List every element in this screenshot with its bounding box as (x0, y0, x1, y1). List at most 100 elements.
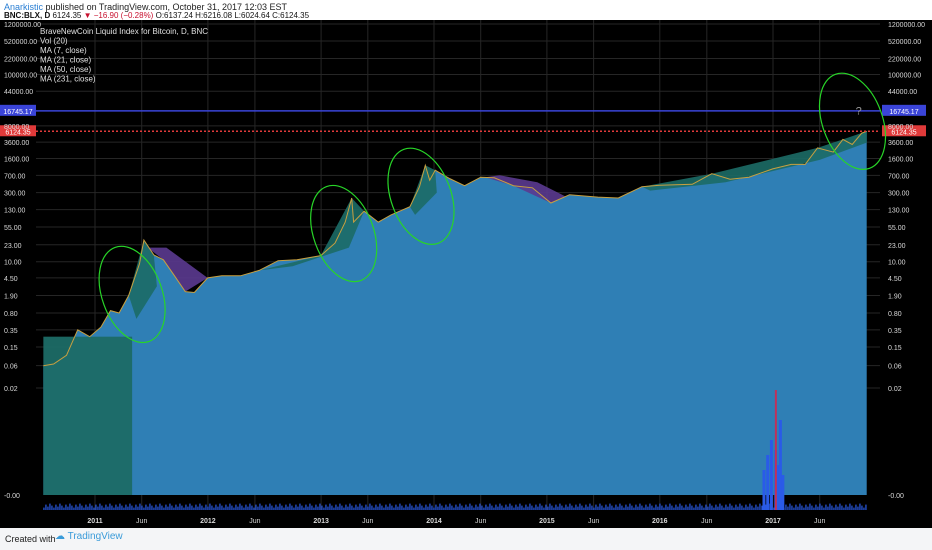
y-tick-label-right: 300.00 (888, 191, 910, 198)
x-tick-label: 2017 (765, 518, 781, 525)
volume-bar (125, 504, 127, 510)
volume-bar (305, 504, 307, 510)
volume-bar (151, 505, 153, 510)
volume-bar (53, 507, 55, 510)
volume-bar (667, 506, 669, 510)
volume-bar (643, 507, 645, 510)
tradingview-logo[interactable]: ☁ TradingView (55, 531, 123, 542)
volume-bar (683, 507, 685, 510)
volume-bar (493, 507, 495, 510)
volume-bar (75, 504, 77, 510)
symbol-name[interactable]: BNC:BLX, D (4, 11, 50, 20)
volume-bar (411, 505, 413, 510)
volume-bar (417, 506, 419, 510)
volume-bar (827, 506, 829, 510)
volume-bar (249, 503, 251, 510)
volume-bar (439, 503, 441, 510)
volume-bar (707, 506, 709, 510)
volume-bar (333, 507, 335, 510)
volume-bar (541, 505, 543, 510)
volume-bar (627, 506, 629, 510)
volume-bar (363, 507, 365, 510)
y-tick-label-right: 1.90 (888, 293, 902, 300)
volume-bar (77, 506, 79, 510)
y-tick-label-right: 520000.00 (888, 39, 921, 46)
volume-bar (159, 503, 161, 510)
volume-bar (637, 506, 639, 510)
volume-bar (177, 506, 179, 510)
volume-bar (115, 504, 117, 510)
volume-spike-peak (774, 390, 777, 510)
volume-bar (395, 504, 397, 510)
volume-bar (407, 506, 409, 510)
volume-bar (277, 506, 279, 510)
volume-bar (337, 506, 339, 510)
volume-bar (235, 504, 237, 510)
volume-bar (761, 505, 763, 510)
x-tick-label: Jun (362, 518, 373, 525)
chart-area[interactable]: 16745.17 16745.17 6124.35 6124.35 1200000.00… (0, 20, 932, 528)
volume-bar (735, 504, 737, 510)
volume-bar (431, 505, 433, 510)
volume-bar (199, 503, 201, 510)
volume-bar (799, 503, 801, 510)
volume-bar (233, 507, 235, 510)
x-tick-label: Jun (475, 518, 486, 525)
volume-bar (697, 506, 699, 510)
volume-bar (163, 507, 165, 510)
volume-bar (855, 504, 857, 510)
y-tick-label-right: 0.02 (888, 386, 902, 393)
y-tick-label-left: 3600.00 (4, 140, 29, 147)
volume-bar (183, 507, 185, 510)
volume-bar (419, 503, 421, 510)
legend-item: MA (7, close) (40, 46, 87, 55)
volume-bar (469, 503, 471, 510)
volume-bar (717, 506, 719, 510)
y-tick-label-right: 220000.00 (888, 56, 921, 63)
volume-bar (497, 506, 499, 510)
volume-bar (809, 503, 811, 510)
y-tick-label-left: 0.06 (4, 364, 18, 371)
volume-bar (293, 507, 295, 510)
volume-bar (831, 505, 833, 510)
volume-bar (703, 507, 705, 510)
volume-bar (729, 503, 731, 510)
volume-bar (461, 505, 463, 510)
volume-bar (189, 503, 191, 510)
volume-bar (257, 506, 259, 510)
legend-item: MA (50, close) (40, 65, 91, 74)
volume-bar (755, 504, 757, 510)
volume-bar (663, 507, 665, 510)
volume-bar (331, 505, 333, 510)
volume-bar (477, 506, 479, 510)
volume-bar (353, 507, 355, 510)
volume-bar (213, 507, 215, 510)
volume-bar (101, 505, 103, 510)
volume-bar (657, 506, 659, 510)
volume-bar (719, 503, 721, 510)
volume-bar (557, 506, 559, 510)
volume-bar (95, 504, 97, 510)
x-tick-label: Jun (588, 518, 599, 525)
volume-bar (531, 505, 533, 510)
volume-spike-bar (762, 470, 766, 510)
volume-bar (119, 503, 121, 510)
volume-bar (863, 507, 865, 510)
volume-bar (63, 507, 65, 510)
volume-bar (525, 504, 527, 510)
volume-bar (313, 507, 315, 510)
volume-bar (583, 507, 585, 510)
price-chart[interactable]: 16745.17 16745.176124.35 6124.351200000.00… (0, 20, 932, 528)
volume-bar (561, 505, 563, 510)
volume-bar (83, 507, 85, 510)
volume-bar (521, 505, 523, 510)
volume-bar (373, 507, 375, 510)
volume-bar (259, 503, 261, 510)
x-tick-label: 2013 (313, 518, 329, 525)
x-tick-label: 2016 (652, 518, 668, 525)
y-tick-label-left: 0.15 (4, 345, 18, 352)
volume-bar (709, 503, 711, 510)
volume-bar (343, 507, 345, 510)
volume-bar (727, 506, 729, 510)
y-tick-label-left: 8000.00 (4, 124, 29, 131)
